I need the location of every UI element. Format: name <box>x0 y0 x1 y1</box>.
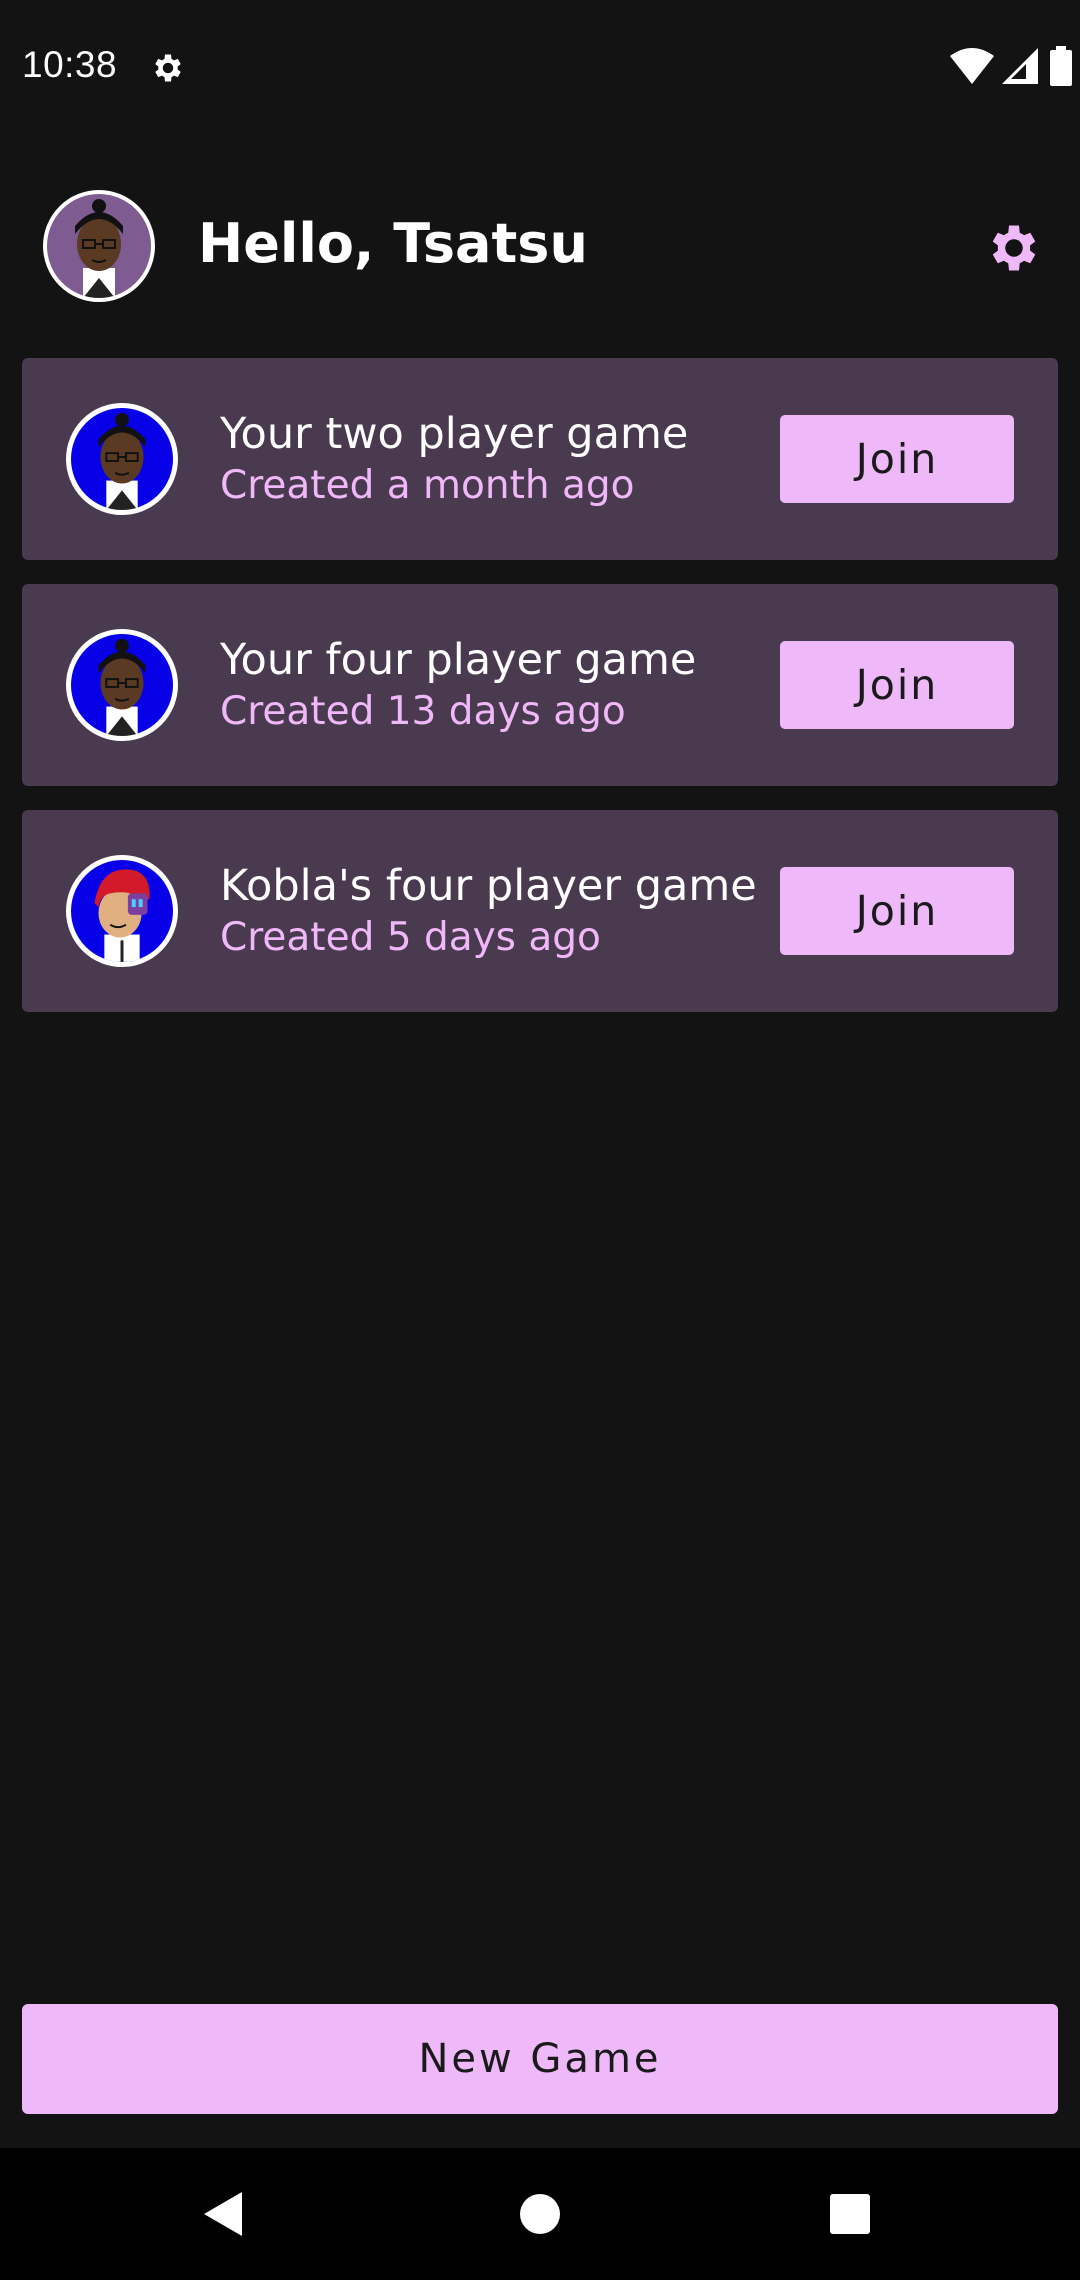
game-title: Kobla's four player game <box>220 861 757 911</box>
join-button[interactable]: Join <box>780 641 1014 729</box>
host-avatar <box>66 629 178 741</box>
game-title: Your four player game <box>220 635 697 685</box>
back-icon <box>204 2192 242 2236</box>
game-card[interactable]: Kobla's four player game Created 5 days … <box>22 810 1058 1012</box>
card-text: Your two player game Created a month ago <box>220 358 760 560</box>
games-list: Your two player game Created a month ago… <box>22 358 1058 1036</box>
game-card[interactable]: Your two player game Created a month ago… <box>22 358 1058 560</box>
avatar-face-icon <box>98 412 146 510</box>
settings-icon <box>155 54 181 82</box>
wifi-icon <box>950 48 994 84</box>
gear-icon[interactable] <box>984 218 1044 278</box>
join-button[interactable]: Join <box>780 415 1014 503</box>
new-game-button[interactable]: New Game <box>22 2004 1058 2114</box>
card-text: Your four player game Created 13 days ag… <box>220 584 760 786</box>
status-bar: 10:38 <box>0 0 1080 135</box>
status-time: 10:38 <box>22 44 118 85</box>
home-button[interactable] <box>480 2148 600 2280</box>
back-button[interactable] <box>164 2148 284 2280</box>
host-avatar <box>66 855 178 967</box>
greeting-title: Hello, Tsatsu <box>198 212 588 275</box>
game-created-time: Created a month ago <box>220 463 635 508</box>
avatar-face-icon <box>75 199 123 298</box>
navigation-bar <box>0 2148 1080 2280</box>
home-icon <box>520 2194 560 2234</box>
avatar-face-icon <box>94 869 150 962</box>
header: Hello, Tsatsu <box>0 190 1080 305</box>
join-button[interactable]: Join <box>780 867 1014 955</box>
recents-button[interactable] <box>790 2148 910 2280</box>
game-created-time: Created 13 days ago <box>220 689 626 734</box>
user-avatar[interactable] <box>43 190 155 302</box>
battery-icon <box>1050 46 1072 86</box>
host-avatar <box>66 403 178 515</box>
cell-signal-icon <box>1002 48 1038 84</box>
game-title: Your two player game <box>220 409 689 459</box>
card-text: Kobla's four player game Created 5 days … <box>220 810 760 1012</box>
avatar-face-icon <box>98 638 146 736</box>
game-card[interactable]: Your four player game Created 13 days ag… <box>22 584 1058 786</box>
game-created-time: Created 5 days ago <box>220 915 601 960</box>
recents-icon <box>830 2194 870 2234</box>
